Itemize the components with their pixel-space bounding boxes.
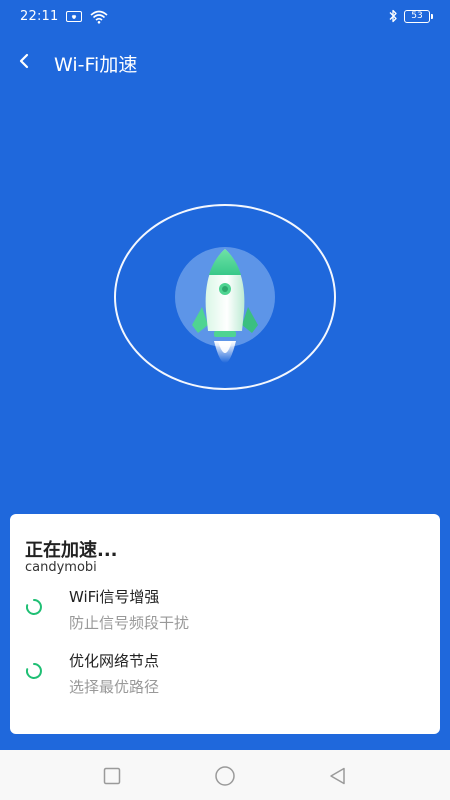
- task-title: 优化网络节点: [69, 652, 160, 670]
- status-bar: 22:11 53: [0, 0, 450, 34]
- status-time: 22:11: [20, 9, 59, 24]
- acceleration-card: 正在加速... candymobi WiFi信号增强 防止信号频段干扰 优化网络…: [10, 514, 440, 734]
- page-title: Wi-Fi加速: [54, 54, 138, 76]
- back-button[interactable]: [14, 50, 36, 72]
- task-description: 防止信号频段干扰: [69, 614, 190, 632]
- home-icon: [215, 766, 235, 786]
- status-left-group: 22:11: [20, 9, 108, 24]
- back-triangle-icon: [330, 767, 345, 785]
- system-back-button[interactable]: [327, 765, 349, 787]
- notification-icon: [66, 11, 83, 22]
- system-nav-bar: [0, 750, 450, 800]
- task-item-optimize-node: 优化网络节点 选择最优路径: [25, 650, 425, 700]
- spinner-icon: [25, 662, 43, 680]
- spinner-icon: [25, 598, 43, 616]
- recent-apps-button[interactable]: [101, 765, 123, 787]
- recent-apps-icon: [103, 767, 121, 785]
- network-name: candymobi: [25, 560, 97, 575]
- app-header: Wi-Fi加速: [0, 40, 450, 84]
- rocket-icon: [170, 245, 280, 375]
- wifi-status-icon: [90, 10, 108, 24]
- task-description: 选择最优路径: [69, 678, 160, 696]
- bluetooth-icon: [388, 9, 398, 23]
- back-arrow-icon: [19, 53, 29, 69]
- home-button[interactable]: [214, 765, 236, 787]
- task-item-signal-boost: WiFi信号增强 防止信号频段干扰: [25, 586, 425, 636]
- task-title: WiFi信号增强: [69, 588, 160, 606]
- battery-indicator: 53: [404, 9, 433, 23]
- card-title: 正在加速...: [25, 540, 118, 561]
- status-right-group: 53: [388, 9, 433, 23]
